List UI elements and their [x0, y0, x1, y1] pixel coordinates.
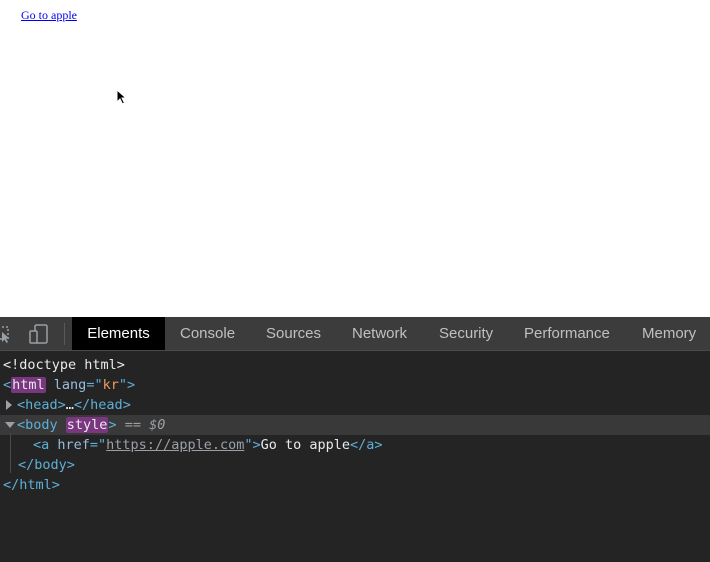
html-tag-name: html	[11, 377, 46, 393]
a-attr-eq: ="	[89, 437, 107, 453]
go-to-apple-link[interactable]: Go to apple	[21, 8, 77, 23]
tab-security[interactable]: Security	[439, 317, 493, 350]
toolbar-divider	[64, 323, 65, 345]
devtools-panel: Elements Console Sources Network Securit…	[0, 317, 710, 562]
html-attr-close: ">	[118, 377, 136, 393]
inspect-element-icon[interactable]	[0, 324, 14, 344]
tab-network[interactable]: Network	[352, 317, 407, 350]
dom-node-html-close[interactable]: </html>	[0, 475, 710, 495]
tab-console[interactable]: Console	[180, 317, 235, 350]
a-text-content: Go to apple	[260, 437, 351, 453]
a-href-attr-name: href	[57, 437, 90, 453]
body-close-tag: </body>	[18, 457, 75, 473]
a-close-tag: </a>	[350, 437, 383, 453]
head-ellipsis[interactable]: …	[66, 397, 74, 413]
dom-tree: <!doctype html> <html lang="kr"> <head>……	[0, 355, 710, 495]
body-open-close: >	[108, 417, 117, 433]
html-lang-attr-value: kr	[102, 377, 119, 393]
a-open-tag: <a	[33, 437, 58, 453]
tab-memory[interactable]: Memory	[642, 317, 696, 350]
tab-performance[interactable]: Performance	[524, 317, 610, 350]
tree-indent-guide	[10, 433, 11, 473]
html-close-tag: </html>	[3, 477, 60, 493]
head-close-tag: </head>	[73, 397, 131, 413]
a-href-link[interactable]: https://apple.com	[106, 437, 244, 453]
a-attr-close: ">	[244, 437, 261, 453]
html-open-bracket: <	[3, 377, 12, 393]
body-style-attr: style	[65, 417, 109, 433]
head-open-tag: <head>	[17, 397, 66, 413]
html-lang-attr-name: lang	[53, 377, 87, 393]
mouse-pointer-icon	[116, 89, 128, 105]
dom-node-body-close[interactable]: </body>	[0, 455, 710, 475]
dom-node-head[interactable]: <head>…</head>	[0, 395, 710, 415]
device-toolbar-icon[interactable]	[28, 324, 50, 344]
dom-node-html[interactable]: <html lang="kr">	[0, 375, 710, 395]
html-attr-eq: ="	[86, 377, 103, 393]
page-viewport: Go to apple	[0, 0, 710, 317]
doctype-text: <!doctype html>	[3, 357, 125, 373]
dom-node-body[interactable]: <body style> == $0	[0, 415, 710, 435]
devtools-toolbar: Elements Console Sources Network Securit…	[0, 317, 710, 351]
tab-sources[interactable]: Sources	[266, 317, 321, 350]
expand-caret-icon[interactable]	[6, 400, 12, 410]
dom-node-doctype[interactable]: <!doctype html>	[0, 355, 710, 375]
body-open-bracket: <body	[17, 417, 66, 433]
selected-node-marker: == $0	[116, 417, 166, 433]
tab-elements[interactable]: Elements	[72, 317, 165, 350]
collapse-caret-icon[interactable]	[5, 422, 15, 428]
dom-node-anchor[interactable]: <a href="https://apple.com">Go to apple<…	[0, 435, 710, 455]
